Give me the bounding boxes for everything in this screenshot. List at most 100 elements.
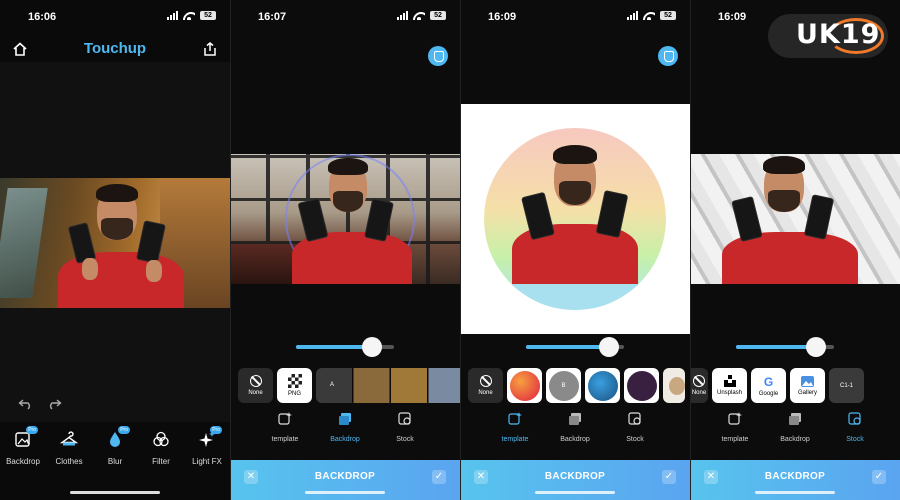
source-google[interactable]: G Google: [751, 368, 786, 403]
watermark-text: UK19: [796, 19, 881, 50]
thumb-template-orange[interactable]: [507, 368, 542, 403]
unsplash-icon: [723, 375, 736, 387]
intensity-slider[interactable]: [526, 337, 624, 357]
thumb-png[interactable]: PNG: [277, 368, 312, 403]
circle-bottom-band: [484, 284, 666, 310]
share-icon[interactable]: [202, 41, 218, 57]
stock-thumb-c1-1[interactable]: C1-1: [829, 368, 864, 403]
tool-label: Clothes: [55, 457, 83, 466]
background-lamp: [0, 188, 48, 298]
status-bar: 16:06 52: [0, 0, 230, 34]
thumb-none[interactable]: None: [690, 368, 708, 403]
tab-stock[interactable]: Stock: [835, 412, 875, 443]
tab-backdrop[interactable]: Backdrop: [555, 412, 595, 443]
magic-brush-icon[interactable]: [428, 46, 448, 66]
thumb-window-a[interactable]: A: [316, 368, 460, 403]
gradient-circle: [484, 128, 666, 310]
thumb-template-blue[interactable]: [585, 368, 620, 403]
backdrop-screen-stock-tab: 16:09 None Unsplash G Google Gallery C1-…: [690, 0, 900, 500]
purple-circle: [626, 370, 657, 401]
battery-indicator: 52: [660, 11, 676, 20]
photo-canvas[interactable]: [0, 62, 230, 422]
tab-backdrop[interactable]: Backdrop: [775, 412, 815, 443]
status-bar: 16:07 52: [230, 0, 460, 34]
tool-clothes[interactable]: Clothes: [46, 430, 92, 470]
source-unsplash[interactable]: Unsplash: [712, 368, 747, 403]
template-icon: [278, 412, 292, 425]
thumb-none[interactable]: None: [468, 368, 503, 403]
backdrop-action-bar: ✕ BACKDROP ✓: [460, 460, 690, 500]
google-icon: G: [763, 374, 774, 389]
sheet-handle[interactable]: [755, 491, 835, 494]
tab-template[interactable]: template: [495, 412, 535, 443]
backdrop-tabs: template Backdrop Stock: [460, 412, 690, 443]
tool-filter[interactable]: Filter: [138, 430, 184, 470]
tools-toolbar: Pro Backdrop Clothes Pro Blur Filter Pro…: [0, 426, 230, 470]
layers-icon: [789, 413, 801, 425]
status-time: 16:09: [488, 11, 517, 23]
template-icon: [728, 412, 742, 425]
backdrop-action-bar: ✕ BACKDROP ✓: [690, 460, 900, 500]
layers-icon: [339, 413, 351, 425]
battery-indicator: 52: [200, 11, 216, 20]
photo-stock-backdrop[interactable]: [690, 154, 900, 284]
thumb-template-b[interactable]: B: [546, 368, 581, 403]
orange-circle: [509, 370, 540, 401]
photo-circle-template[interactable]: [460, 104, 690, 334]
photo-with-backdrop[interactable]: [230, 154, 460, 284]
wifi-icon: [643, 11, 655, 20]
intensity-slider[interactable]: [736, 337, 834, 357]
tool-light-fx[interactable]: Pro Light FX: [184, 426, 230, 470]
backdrop-tabs: template Backdrop Stock: [230, 412, 460, 443]
tab-stock[interactable]: Stock: [615, 412, 655, 443]
status-bar: 16:09 52: [460, 0, 690, 34]
signal-icon: [627, 11, 638, 20]
panel-divider: [460, 0, 461, 500]
status-time: 16:09: [718, 11, 747, 23]
thumb-template-purple[interactable]: [624, 368, 659, 403]
watermark-logo: UK19: [768, 14, 888, 58]
check-icon[interactable]: ✓: [872, 470, 886, 484]
none-icon: [479, 375, 492, 387]
undo-icon[interactable]: [18, 398, 34, 410]
stock-icon: [628, 412, 641, 425]
check-icon[interactable]: ✓: [662, 470, 676, 484]
none-icon: [249, 375, 262, 387]
grey-circle: B: [548, 370, 579, 401]
touchup-screen: 16:06 52 Touchup Pro Backdrop Clothes Pr…: [0, 0, 230, 500]
tab-template[interactable]: template: [265, 412, 305, 443]
status-time: 16:06: [28, 11, 57, 23]
tool-blur[interactable]: Pro Blur: [92, 426, 138, 470]
check-icon[interactable]: ✓: [432, 470, 446, 484]
thumb-none[interactable]: None: [238, 368, 273, 403]
redo-icon[interactable]: [46, 398, 62, 410]
sheet-handle[interactable]: [305, 491, 385, 494]
checker-icon: [287, 374, 302, 388]
home-indicator: [70, 491, 160, 494]
backdrop-screen-template-tab: 16:09 52 None B template Backdrop Stock …: [460, 0, 690, 500]
blue-circle: [587, 370, 618, 401]
intensity-slider[interactable]: [296, 337, 394, 357]
tab-stock[interactable]: Stock: [385, 412, 425, 443]
tab-backdrop[interactable]: Backdrop: [325, 412, 365, 443]
tool-label: Light FX: [192, 457, 222, 466]
tool-label: Filter: [152, 457, 170, 466]
thumb-template-beige[interactable]: [663, 368, 685, 403]
signal-icon: [397, 11, 408, 20]
photo-original: [0, 178, 230, 308]
tool-backdrop[interactable]: Pro Backdrop: [0, 426, 46, 470]
tab-template[interactable]: template: [715, 412, 755, 443]
tool-label: Backdrop: [6, 457, 40, 466]
sheet-handle[interactable]: [535, 491, 615, 494]
source-gallery[interactable]: Gallery: [790, 368, 825, 403]
bar-title: BACKDROP: [314, 471, 376, 482]
panel-divider: [690, 0, 691, 500]
stock-icon: [398, 412, 411, 425]
template-thumbnails: None B: [468, 368, 685, 403]
pro-badge: Pro: [210, 426, 222, 434]
panel-divider: [230, 0, 231, 500]
backdrop-action-bar: ✕ BACKDROP ✓: [230, 460, 460, 500]
tool-label: Blur: [107, 457, 123, 466]
magic-brush-icon[interactable]: [658, 46, 678, 66]
gallery-icon: [801, 375, 814, 387]
